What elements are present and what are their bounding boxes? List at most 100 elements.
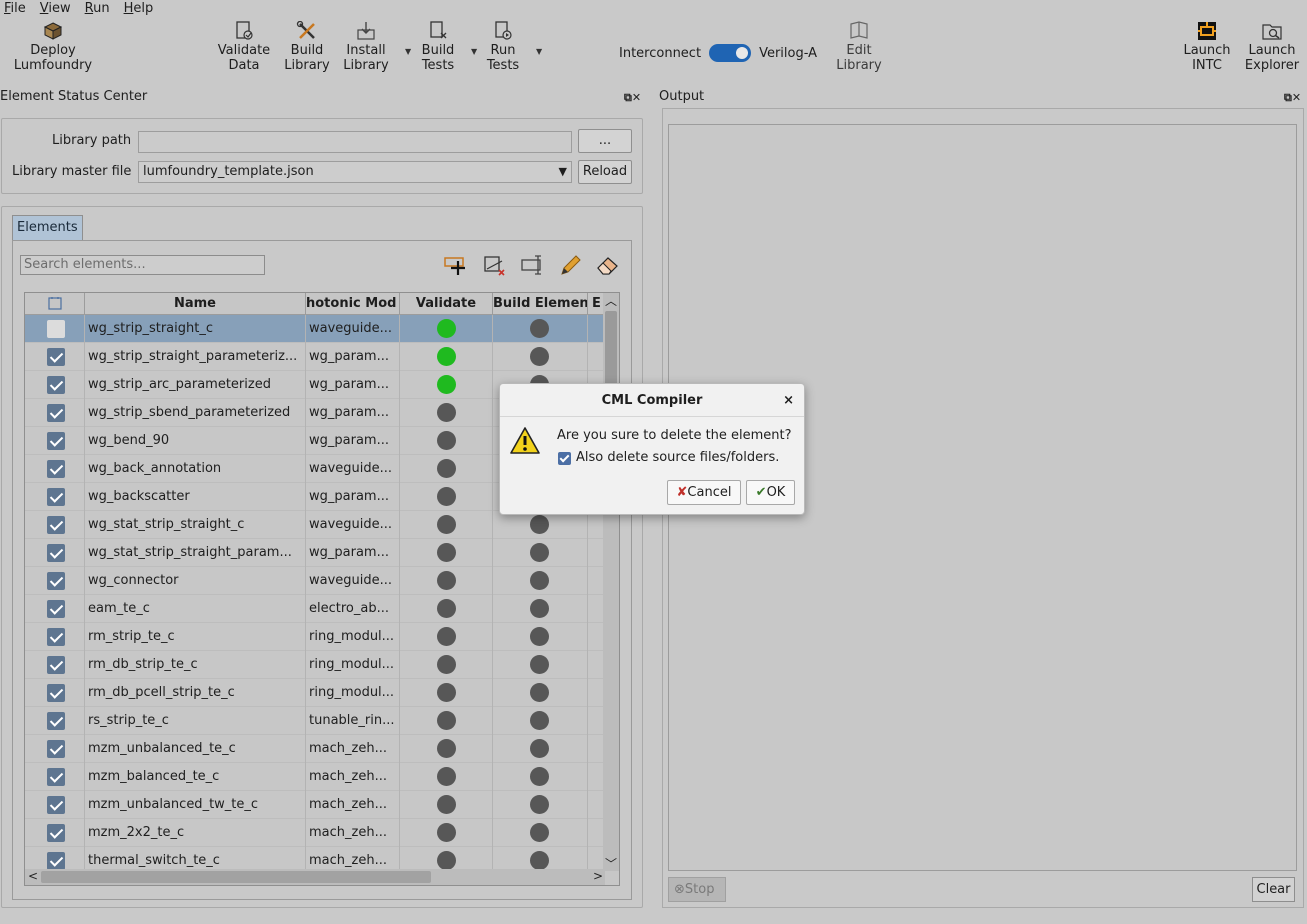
build-tests-dropdown-arrow[interactable]: ▼ — [471, 47, 477, 56]
eraser-icon[interactable] — [595, 253, 621, 277]
row-checkbox[interactable] — [47, 684, 65, 702]
search-input[interactable]: Search elements... — [20, 255, 265, 275]
menu-file[interactable]: File — [4, 1, 26, 16]
row-checkbox[interactable] — [47, 320, 65, 338]
table-row[interactable]: wg_strip_straight_c waveguide... — [25, 315, 605, 343]
menu-help[interactable]: Help — [124, 1, 154, 16]
build-tests-button[interactable]: Build Tests — [414, 21, 462, 73]
row-validate-cell — [400, 511, 493, 539]
select-all-header[interactable] — [25, 293, 85, 315]
run-tests-button[interactable]: Run Tests — [481, 21, 525, 73]
column-header-build-element[interactable]: Build Elemen — [493, 293, 588, 315]
validate-status-icon — [437, 599, 456, 618]
row-checkbox[interactable] — [47, 740, 65, 758]
column-header-name[interactable]: Name — [85, 293, 306, 315]
column-header-model[interactable]: hotonic Mod — [306, 293, 400, 315]
rename-element-icon[interactable] — [520, 253, 546, 277]
validate-status-icon — [437, 739, 456, 758]
browse-button[interactable]: ... — [578, 129, 632, 153]
row-checkbox[interactable] — [47, 376, 65, 394]
master-file-select[interactable]: lumfoundry_template.json ▼ — [138, 161, 572, 183]
library-path-field[interactable] — [138, 131, 572, 153]
delete-element-icon[interactable] — [482, 253, 508, 277]
horizontal-scroll-thumb[interactable] — [41, 871, 431, 883]
build-status-icon — [530, 683, 549, 702]
table-row[interactable]: rs_strip_te_c tunable_rin... — [25, 707, 605, 735]
row-name: wg_back_annotation — [85, 455, 306, 483]
table-row[interactable]: mzm_unbalanced_tw_te_c mach_zeh... — [25, 791, 605, 819]
row-checkbox[interactable] — [47, 572, 65, 590]
row-model: waveguide... — [306, 511, 400, 539]
scroll-down-icon[interactable]: ﹀ — [605, 855, 617, 872]
row-checkbox[interactable] — [47, 768, 65, 786]
launch-intc-button[interactable]: Launch INTC — [1180, 21, 1234, 73]
column-header-validate[interactable]: Validate — [400, 293, 493, 315]
table-row[interactable]: rm_strip_te_c ring_modul... — [25, 623, 605, 651]
row-name: mzm_balanced_te_c — [85, 763, 306, 791]
right-panel-float-close-icon[interactable]: ⧉✕ — [1284, 91, 1301, 105]
scroll-left-icon[interactable]: < — [28, 869, 38, 883]
left-panel-float-close-icon[interactable]: ⧉✕ — [624, 91, 641, 105]
install-library-button[interactable]: Install Library — [340, 21, 392, 73]
launch-explorer-button[interactable]: Launch Explorer — [1241, 21, 1303, 73]
build-library-button[interactable]: Build Library — [282, 21, 332, 73]
horizontal-scrollbar[interactable]: < > — [25, 869, 605, 885]
row-name: wg_bend_90 — [85, 427, 306, 455]
row-checkbox[interactable] — [47, 824, 65, 842]
row-checkbox[interactable] — [47, 432, 65, 450]
row-checkbox[interactable] — [47, 544, 65, 562]
row-checkbox[interactable] — [47, 656, 65, 674]
edit-library-button[interactable]: Edit Library — [833, 21, 885, 73]
row-validate-cell — [400, 763, 493, 791]
ok-button[interactable]: ✔OK — [746, 480, 795, 505]
validate-data-button[interactable]: Validate Data — [214, 21, 274, 73]
reload-button[interactable]: Reload — [578, 160, 632, 184]
row-checkbox[interactable] — [47, 628, 65, 646]
table-row[interactable]: rm_db_strip_te_c ring_modul... — [25, 651, 605, 679]
table-row[interactable]: mzm_unbalanced_te_c mach_zeh... — [25, 735, 605, 763]
scroll-up-icon[interactable]: ︿ — [605, 293, 617, 309]
row-checkbox[interactable] — [47, 348, 65, 366]
table-row[interactable]: mzm_2x2_te_c mach_zeh... — [25, 819, 605, 847]
clear-button[interactable]: Clear — [1252, 877, 1295, 902]
stop-button[interactable]: ⊗Stop — [668, 877, 726, 902]
vertical-scrollbar[interactable]: ︿ ﹀ — [603, 293, 619, 871]
document-check-icon — [236, 21, 253, 40]
table-row[interactable]: eam_te_c electro_ab... — [25, 595, 605, 623]
table-row[interactable]: mzm_balanced_te_c mach_zeh... — [25, 763, 605, 791]
run-tests-label: Run Tests — [486, 43, 520, 73]
close-icon[interactable]: × — [783, 393, 794, 408]
build-tests-icon — [430, 21, 447, 39]
build-status-icon — [530, 571, 549, 590]
delete-source-checkbox[interactable] — [558, 452, 571, 465]
install-dropdown-arrow[interactable]: ▼ — [405, 47, 411, 56]
book-icon — [850, 21, 868, 39]
menu-run[interactable]: Run — [85, 1, 110, 16]
build-status-icon — [530, 543, 549, 562]
pencil-icon[interactable] — [558, 253, 584, 277]
menu-view[interactable]: View — [40, 1, 71, 16]
deploy-lumfoundry-button[interactable]: Deploy Lumfoundry — [10, 21, 96, 73]
row-checkbox[interactable] — [47, 796, 65, 814]
row-checkbox[interactable] — [47, 852, 65, 870]
interconnect-veriloga-toggle[interactable] — [709, 44, 752, 62]
row-checkbox[interactable] — [47, 600, 65, 618]
tab-elements[interactable]: Elements — [12, 215, 83, 241]
row-validate-cell — [400, 567, 493, 595]
table-row[interactable]: wg_stat_strip_straight_c waveguide... — [25, 511, 605, 539]
row-checkbox[interactable] — [47, 488, 65, 506]
row-checkbox[interactable] — [47, 404, 65, 422]
table-row[interactable]: wg_connector waveguide... — [25, 567, 605, 595]
cancel-button[interactable]: ✘Cancel — [667, 480, 741, 505]
add-element-icon[interactable] — [443, 253, 469, 277]
chevron-down-icon: ▼ — [558, 165, 567, 178]
run-tests-dropdown-arrow[interactable]: ▼ — [536, 47, 542, 56]
table-row[interactable]: wg_stat_strip_straight_param... wg_param.… — [25, 539, 605, 567]
table-row[interactable]: rm_db_pcell_strip_te_c ring_modul... — [25, 679, 605, 707]
row-checkbox[interactable] — [47, 516, 65, 534]
warning-icon — [510, 427, 540, 454]
table-row[interactable]: wg_strip_straight_parameteriz... wg_param… — [25, 343, 605, 371]
row-checkbox[interactable] — [47, 712, 65, 730]
scroll-right-icon[interactable]: > — [593, 869, 603, 883]
row-checkbox[interactable] — [47, 460, 65, 478]
